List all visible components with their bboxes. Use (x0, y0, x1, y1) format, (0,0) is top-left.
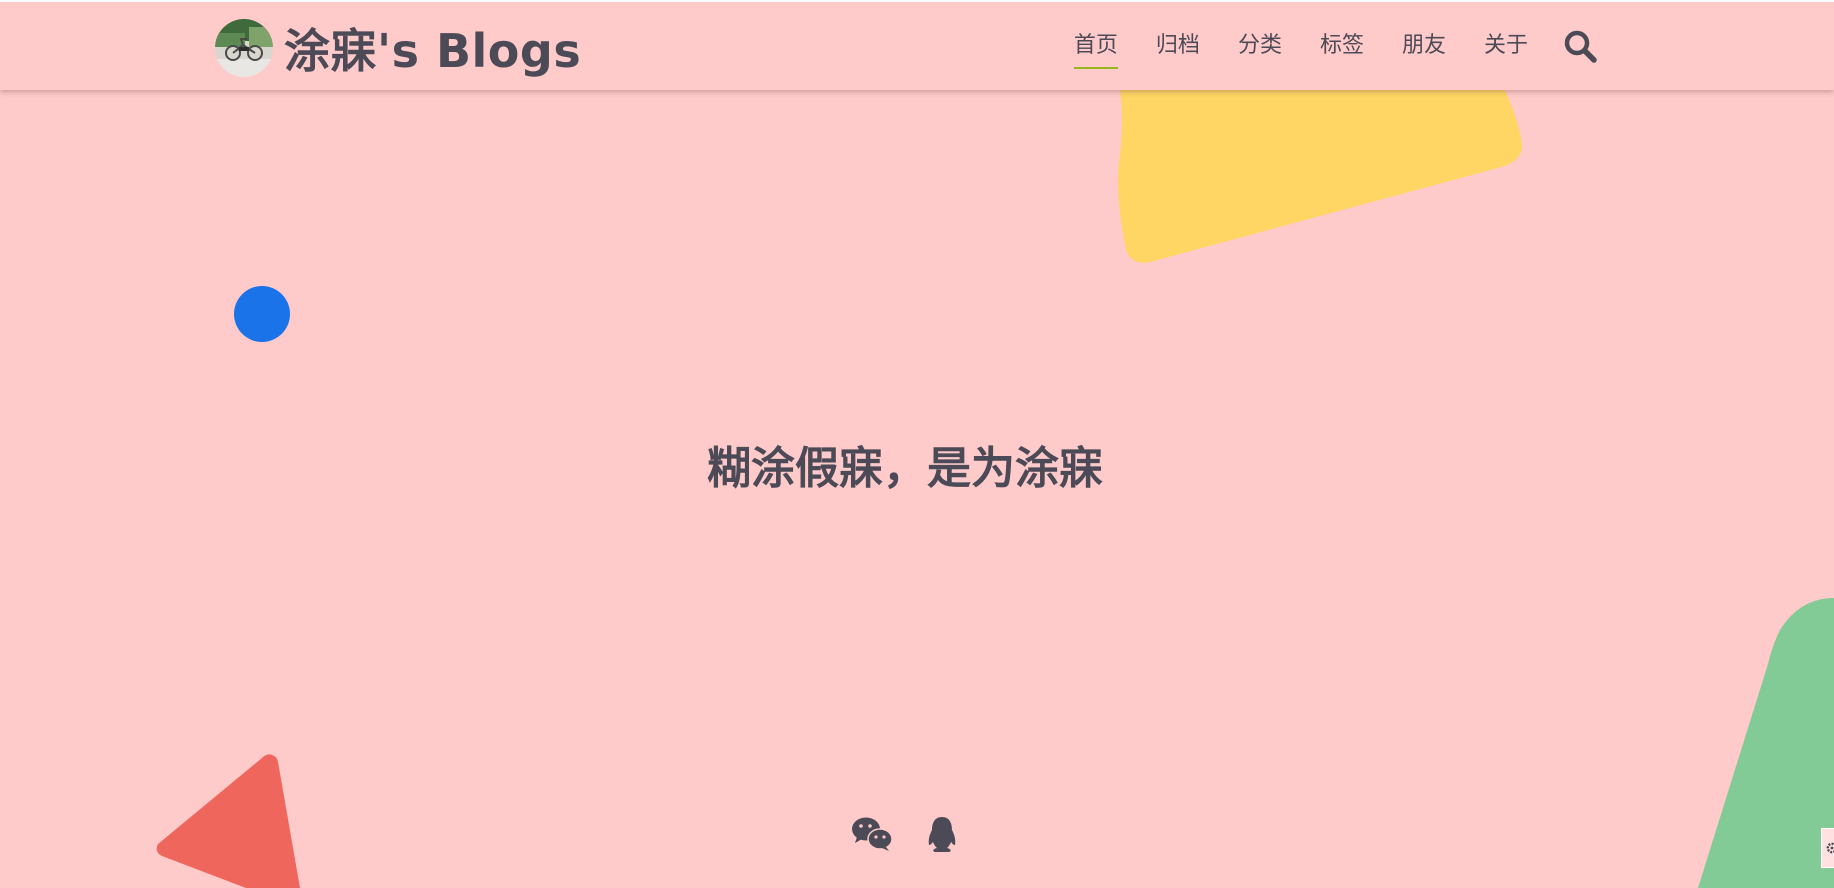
nav-categories[interactable]: 分类 (1238, 31, 1282, 61)
nav-archive[interactable]: 归档 (1156, 31, 1200, 61)
site-title: 涂寐's Blogs (284, 24, 582, 78)
search-icon (1564, 30, 1597, 63)
nav-friends[interactable]: 朋友 (1402, 31, 1446, 61)
decorative-red-triangle (156, 754, 300, 888)
qq-link[interactable] (920, 812, 964, 856)
brand-link[interactable]: 涂寐's Blogs (215, 18, 581, 78)
nav-about[interactable]: 关于 (1484, 31, 1528, 61)
decorative-blue-circle (234, 286, 290, 342)
social-links (850, 812, 964, 856)
decorative-green-shape (1698, 598, 1834, 888)
settings-widget[interactable] (1821, 828, 1834, 868)
nav-tags[interactable]: 标签 (1320, 31, 1364, 61)
decorative-yellow-shape (1118, 90, 1522, 263)
top-border (0, 0, 1834, 2)
site-header: 涂寐's Blogs 首页 归档 分类 标签 朋友 关于 (0, 2, 1834, 90)
main-nav: 首页 归档 分类 标签 朋友 关于 (1036, 2, 1598, 90)
search-button[interactable] (1562, 28, 1598, 64)
gear-icon (1826, 842, 1834, 854)
avatar-photo-icon (215, 19, 273, 77)
hero-slogan: 糊涂假寐，是为涂寐 (707, 443, 1103, 494)
nav-home[interactable]: 首页 (1073, 31, 1118, 69)
qq-icon (928, 817, 956, 852)
page: 涂寐's Blogs 首页 归档 分类 标签 朋友 关于 糊涂假寐，是为涂寐 (0, 0, 1834, 888)
wechat-link[interactable] (850, 812, 894, 856)
wechat-icon (852, 817, 893, 851)
avatar (215, 19, 273, 77)
